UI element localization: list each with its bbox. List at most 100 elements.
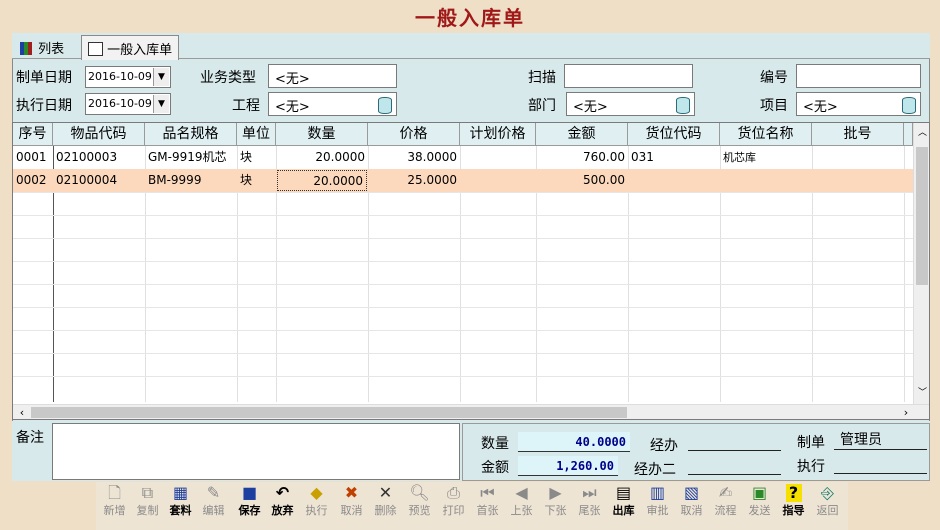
cell-seq[interactable]: 0002 [13,169,53,192]
edit-icon: ✎ [206,483,221,502]
cell-batch[interactable] [812,146,904,169]
cell-loc-name[interactable]: 机芯库 [720,146,812,169]
edit-button[interactable]: ✎ 编辑 [197,484,230,524]
cell-amount[interactable]: 500.00 [536,169,628,192]
discard-button[interactable]: ↶ 放弃 [266,484,299,524]
handler2-field[interactable] [688,455,781,475]
preview-button[interactable]: 🔍︎ 预览 [403,484,436,524]
horizontal-scroll-thumb[interactable] [31,407,627,418]
item-field[interactable]: <无> [796,92,921,116]
delete-button[interactable]: ✕ 删除 [369,484,402,524]
vertical-scroll-thumb[interactable] [916,147,928,285]
guide-button[interactable]: ? 指导 [777,484,810,524]
detail-table[interactable]: 序号 物品代码 品名规格 单位 数量 价格 计划价格 金额 货位代码 货位名称 … [12,122,930,420]
col-header-code[interactable]: 物品代码 [53,123,145,146]
flow-icon: ✍ [718,483,733,502]
cell-amount[interactable]: 760.00 [536,146,628,169]
database-icon[interactable] [378,97,392,114]
execute-button[interactable]: ◆ 执行 [300,484,333,524]
table-row-selected[interactable]: 0002 02100004 BM-9999 块 20.0000 25.0000 … [13,169,913,192]
col-header-plan-price[interactable]: 计划价格 [460,123,536,146]
bom-button[interactable]: ▦ 套料 [164,484,197,524]
chevron-down-icon[interactable]: ﹀ [914,385,929,399]
window-title: 一般入库单 [415,6,525,30]
chevron-down-icon[interactable]: ▼ [153,68,169,86]
cell-plan-price[interactable] [460,146,536,169]
new-button[interactable]: 🗋 新增 [98,484,131,524]
table-row[interactable]: 0001 02100003 GM-9919机芯 块 20.0000 38.000… [13,146,913,169]
col-header-unit[interactable]: 单位 [237,123,276,146]
outbound-button[interactable]: ▤ 出库 [607,484,640,524]
horizontal-scrollbar[interactable]: ‹ › [13,404,929,419]
col-header-price[interactable]: 价格 [368,123,460,146]
exec-date-picker[interactable]: 2016-10-09 ▼ [85,93,171,115]
delete-icon: ✕ [378,483,393,502]
cell-price[interactable]: 38.0000 [368,146,460,169]
handler-field[interactable] [688,431,781,451]
chevron-up-icon[interactable]: ︿ [914,125,929,139]
col-header-seq[interactable]: 序号 [13,123,53,146]
exit-icon: ⎆ [821,483,834,502]
send-button[interactable]: ▣ 发送 [743,484,776,524]
remark-label: 备注 [16,430,44,446]
item-value: <无> [803,100,838,115]
number-input[interactable] [796,64,921,88]
handler-label: 经办 [650,438,678,454]
cell-loc-code[interactable]: 031 [628,146,720,169]
col-header-loc-name[interactable]: 货位名称 [720,123,812,146]
cell-loc-code[interactable] [628,169,720,192]
col-header-spec[interactable]: 品名规格 [145,123,237,146]
return-button[interactable]: ⎆ 返回 [811,484,844,524]
cell-spec[interactable]: GM-9919机芯 [145,146,237,169]
tab-list[interactable]: 列表 [14,35,70,59]
cell-batch[interactable] [812,169,904,192]
number-label: 编号 [760,70,788,86]
biz-type-field[interactable]: <无> [268,64,397,88]
cell-plan-price[interactable] [460,169,536,192]
scan-input[interactable] [564,64,693,88]
col-header-qty[interactable]: 数量 [276,123,368,146]
copy-button[interactable]: ⧉ 复制 [131,484,164,524]
vertical-scrollbar[interactable]: ︿ ﹀ [913,123,929,404]
last-icon: ⏭ [582,483,597,502]
cell-loc-name[interactable] [720,169,812,192]
next-button[interactable]: ▶ 下张 [539,484,572,524]
col-header-batch[interactable]: 批号 [812,123,904,146]
tab-inbound-form[interactable]: 一般入库单 [81,35,180,60]
flow-button[interactable]: ✍ 流程 [709,484,742,524]
create-date-picker[interactable]: 2016-10-09 ▼ [85,66,171,88]
maker-field[interactable]: 管理员 [834,430,927,450]
prev-button[interactable]: ◀ 上张 [505,484,538,524]
first-button[interactable]: ⏮ 首张 [471,484,504,524]
unapprove-button[interactable]: ▧ 取消 [675,484,708,524]
project-value: <无> [275,100,310,115]
cell-unit[interactable]: 块 [237,169,276,192]
cell-qty[interactable]: 20.0000 [276,146,368,169]
cell-code[interactable]: 02100004 [53,169,145,192]
cell-qty-focused[interactable]: 20.0000 [277,170,367,191]
col-header-loc-code[interactable]: 货位代码 [628,123,720,146]
database-icon[interactable] [676,97,690,114]
print-button[interactable]: ⎙ 打印 [437,484,470,524]
project-field[interactable]: <无> [268,92,397,116]
copy-icon: ⧉ [141,483,154,502]
cancel-exec-button[interactable]: ✖ 取消 [335,484,368,524]
cell-unit[interactable]: 块 [237,146,276,169]
executor-field[interactable] [834,454,927,474]
col-header-amount[interactable]: 金额 [536,123,628,146]
chevron-right-icon[interactable]: › [899,405,913,419]
chevron-left-icon[interactable]: ‹ [15,405,29,419]
grid-line [13,261,913,262]
remark-textarea[interactable] [52,423,460,480]
dept-field[interactable]: <无> [566,92,695,116]
cell-seq[interactable]: 0001 [13,146,53,169]
cell-code[interactable]: 02100003 [53,146,145,169]
save-button[interactable]: ■ 保存 [233,484,266,524]
cell-spec[interactable]: BM-9999 [145,169,237,192]
last-button[interactable]: ⏭ 尾张 [573,484,606,524]
approve-button[interactable]: ▥ 审批 [641,484,674,524]
chevron-down-icon[interactable]: ▼ [153,95,169,113]
database-icon[interactable] [902,97,916,114]
executor-label: 执行 [797,459,825,475]
cell-price[interactable]: 25.0000 [368,169,460,192]
